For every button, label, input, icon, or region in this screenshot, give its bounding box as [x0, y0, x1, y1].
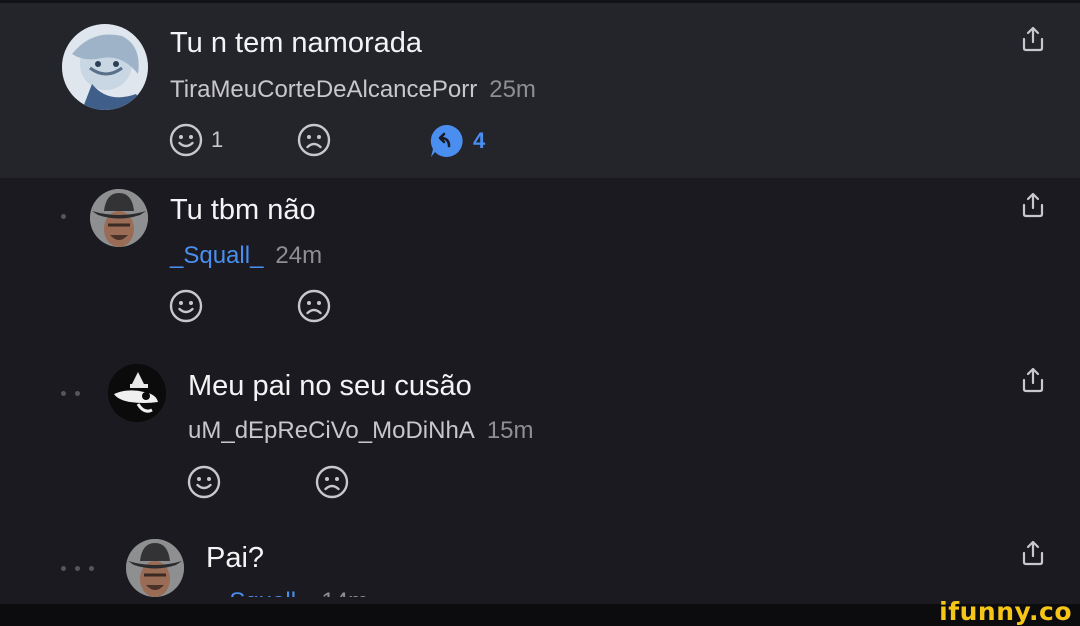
timestamp: 14m	[321, 588, 368, 597]
frown-icon	[315, 465, 349, 499]
avatar[interactable]	[90, 189, 148, 247]
dislike-button[interactable]	[297, 123, 331, 157]
share-icon[interactable]	[1019, 25, 1047, 53]
comment-3: Meu pai no seu cusão uM_dEpReCiVo_MoDiNh…	[0, 354, 1080, 530]
username-link[interactable]: uM_dEpReCiVo_MoDiNhA	[188, 417, 475, 444]
dislike-button[interactable]	[315, 465, 349, 499]
thread-depth-indicator	[61, 391, 80, 396]
watermark-logo: ifunny.co	[939, 597, 1072, 626]
comment-meta: uM_dEpReCiVo_MoDiNhA 15m	[188, 417, 534, 445]
dislike-button[interactable]	[297, 289, 331, 323]
reply-count: 4	[473, 128, 486, 153]
smile-icon	[169, 289, 203, 323]
plague-mask-icon	[108, 364, 166, 422]
comment-2: Tu tbm não _Squall_ 24m	[0, 178, 1080, 354]
replies-button[interactable]: 4	[429, 123, 485, 159]
avatar[interactable]	[62, 24, 148, 110]
avatar[interactable]	[108, 364, 166, 422]
like-button[interactable]: 1	[169, 123, 223, 157]
comment-meta: _Squall_ 14m	[216, 588, 368, 597]
comment-text: Tu tbm não	[170, 194, 316, 226]
frown-icon	[297, 123, 331, 157]
username-link[interactable]: _Squall_	[216, 588, 309, 597]
share-icon[interactable]	[1019, 539, 1047, 567]
comment-text: Tu n tem namorada	[170, 27, 422, 59]
reply-bubble-icon	[430, 124, 463, 157]
like-button[interactable]	[169, 289, 203, 323]
share-icon[interactable]	[1019, 191, 1047, 219]
thread-depth-indicator	[61, 566, 94, 571]
username-link[interactable]: TiraMeuCorteDeAlcancePorr	[170, 76, 477, 103]
comment-text: Meu pai no seu cusão	[188, 370, 472, 402]
share-icon[interactable]	[1019, 366, 1047, 394]
anime-portrait-icon	[62, 24, 148, 110]
frown-icon	[297, 289, 331, 323]
like-button[interactable]	[187, 465, 221, 499]
smile-icon	[187, 465, 221, 499]
timestamp: 25m	[489, 76, 536, 103]
clipped-meta-row: _Squall_ 14m	[0, 585, 1080, 597]
comment-meta: _Squall_ 24m	[170, 242, 322, 270]
comment-text: Pai?	[206, 542, 265, 574]
timestamp: 15m	[486, 417, 534, 444]
timestamp: 24m	[275, 242, 323, 269]
cowboy-hat-man-icon	[90, 189, 148, 247]
smile-icon	[169, 123, 203, 157]
thread-depth-indicator	[61, 214, 66, 219]
comment-meta: TiraMeuCorteDeAlcancePorr 25m	[170, 76, 536, 104]
like-count: 1	[211, 127, 224, 152]
comment-1: Tu n tem namorada TiraMeuCorteDeAlcanceP…	[0, 3, 1080, 178]
watermark-bar	[0, 604, 1080, 626]
username-link[interactable]: _Squall_	[170, 242, 263, 269]
